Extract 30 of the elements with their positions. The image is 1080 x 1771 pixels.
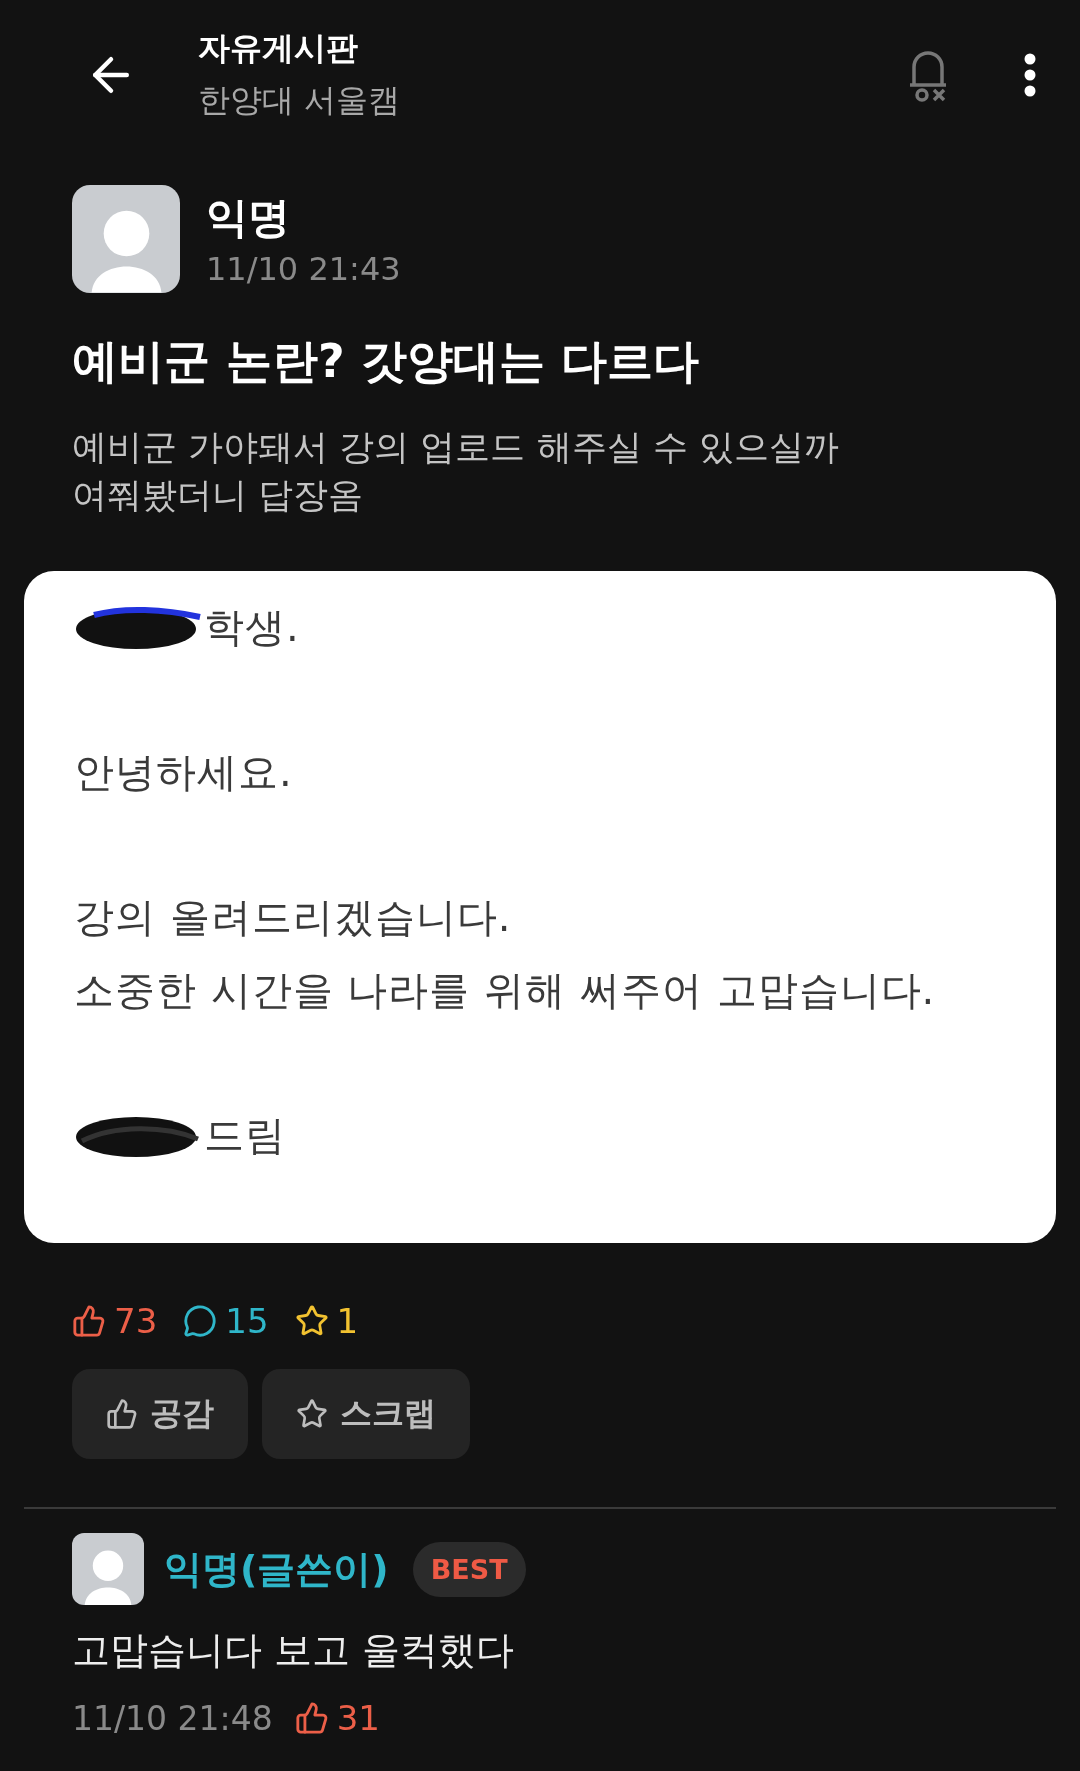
stat-count: 1 (294, 1301, 359, 1341)
stat-count: 15 (183, 1301, 269, 1341)
letter-text: 드림 (204, 1111, 286, 1160)
letter-text: 학생. (204, 603, 300, 652)
commenter-name: 익명(글쓴이) (164, 1545, 389, 1593)
letter-text: 강의 올려드리겠습니다. (74, 893, 512, 942)
stat-count: 73 (72, 1301, 158, 1341)
star-icon (296, 1398, 328, 1430)
best-badge: BEST (412, 1541, 526, 1597)
comment-like-count: 31 (294, 1698, 380, 1738)
comment-text: 고맙습니다 보고 울컥했다 (72, 1627, 516, 1674)
thumbs-up-icon (72, 1304, 106, 1338)
scrap-button[interactable]: 스크랩 (262, 1369, 470, 1459)
board-subtitle: 한양대 서울캠 (198, 80, 402, 121)
star-icon (294, 1304, 329, 1338)
letter-text: 안녕하세요. (74, 748, 293, 797)
comment-time: 11/10 21:48 (72, 1698, 273, 1738)
author-name: 익명 (206, 192, 291, 244)
thumbs-up-icon (294, 1701, 329, 1735)
more-dots-icon (1024, 53, 1036, 97)
letter-text: 소중한 시간을 나라를 위해 써주어 고맙습니다. (74, 966, 936, 1015)
like-button[interactable]: 공감 (72, 1369, 248, 1459)
thumbs-up-icon (106, 1398, 138, 1430)
board-title: 자유게시판 (198, 28, 359, 69)
post-body-line: 예비군 가야돼서 강의 업로드 해주실 수 있으실까 (72, 426, 840, 469)
comment-icon (183, 1304, 218, 1338)
avatar (72, 1533, 144, 1605)
post-title: 예비군 논란? 갓양대는 다르다 (72, 333, 700, 390)
post-time: 11/10 21:43 (206, 250, 401, 288)
post-body-line: 여쭤봤더니 답장옴 (72, 474, 365, 517)
